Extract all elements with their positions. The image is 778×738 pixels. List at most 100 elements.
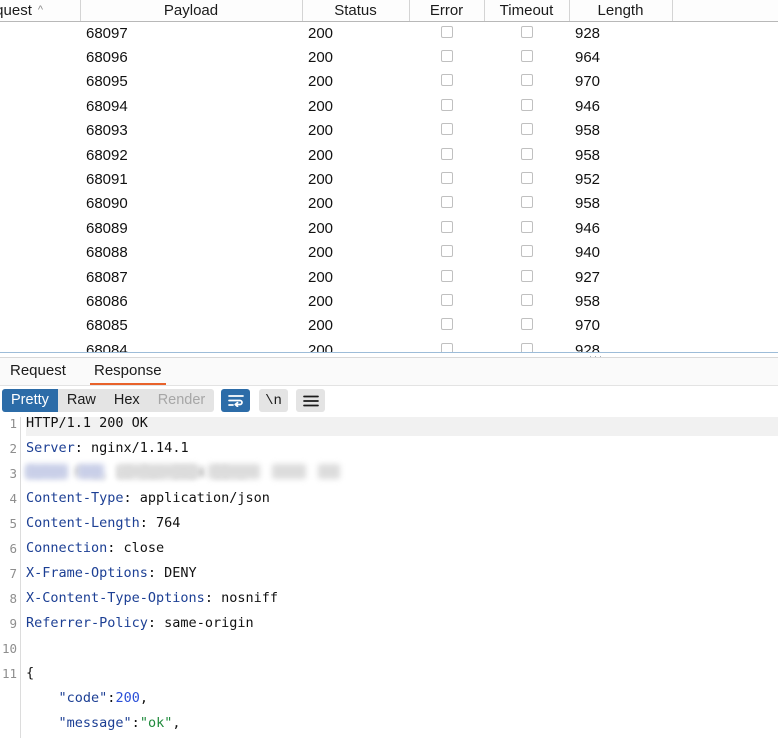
line-number: 6 [9,541,17,556]
error-checkbox[interactable] [440,245,453,258]
cell-timeout [484,21,569,45]
tab-request[interactable]: Request [0,358,76,386]
error-checkbox[interactable] [440,196,453,209]
table-row[interactable]: 8 68092 200 958 [0,143,778,167]
cell-timeout [484,70,569,94]
hamburger-menu-icon[interactable] [296,389,325,412]
timeout-checkbox[interactable] [520,220,533,233]
cell-spacer [672,192,778,216]
column-header-status[interactable]: Status [302,0,410,22]
cell-status: 200 [308,317,334,335]
json-colon: : [131,715,140,731]
cell-length: 946 [575,219,601,237]
redaction-blur [208,464,260,479]
view-mode-raw-button[interactable]: Raw [58,389,105,412]
cell-timeout [484,143,569,167]
attack-results-table[interactable]: Request ^ Payload Status Error Timeout Le… [0,0,778,356]
cell-payload: 68096 [86,49,128,67]
timeout-checkbox[interactable] [520,123,533,136]
timeout-checkbox[interactable] [520,196,533,209]
attack-results-pane[interactable]: Request ^ Payload Status Error Timeout Le… [0,0,778,356]
error-checkbox[interactable] [440,50,453,63]
tab-response[interactable]: Response [84,358,172,386]
cell-spacer [672,314,778,338]
view-mode-pretty-button[interactable]: Pretty [2,389,58,412]
cell-timeout [484,94,569,118]
column-header-request-label: Request [0,1,32,19]
error-checkbox[interactable] [440,74,453,87]
error-checkbox[interactable] [440,293,453,306]
error-checkbox[interactable] [440,98,453,111]
timeout-checkbox[interactable] [520,25,533,38]
column-header-timeout[interactable]: Timeout [484,0,570,22]
error-checkbox[interactable] [440,318,453,331]
cell-status: 200 [308,171,334,189]
error-checkbox[interactable] [440,220,453,233]
cell-status: 200 [308,73,334,91]
timeout-checkbox[interactable] [520,147,533,160]
table-row[interactable]: 4 68096 200 964 [0,45,778,69]
table-row[interactable]: 10 68090 200 958 [0,192,778,216]
header-name: Content-Type [26,490,124,506]
attack-results-body[interactable]: 3 68097 200 928 4 68096 200 964 5 68095 200 970 6 680… [0,21,778,356]
response-message-editor[interactable]: 1 2 3 4 5 6 7 8 9 10 11 HTTP/1.1 200 OK Server: ngi… [0,417,778,738]
json-key: "code" [58,690,108,706]
show-newlines-icon[interactable]: \n [259,389,288,412]
header-value: : close [107,540,165,556]
timeout-checkbox[interactable] [520,172,533,185]
error-checkbox[interactable] [440,147,453,160]
table-row[interactable]: 11 68089 200 946 [0,216,778,240]
cell-request: 11 [0,216,80,240]
cell-status: 200 [308,97,334,115]
timeout-checkbox[interactable] [520,74,533,87]
column-header-error[interactable]: Error [409,0,485,22]
error-checkbox[interactable] [440,269,453,282]
header-value: : application/json [123,490,270,506]
table-row[interactable]: 6 68094 200 946 [0,94,778,118]
json-string-value: "ok" [139,715,173,731]
error-checkbox[interactable] [440,123,453,136]
cell-request: 10 [0,192,80,216]
cell-spacer [672,289,778,313]
table-row[interactable]: 12 68088 200 940 [0,241,778,265]
view-mode-render-button[interactable]: Render [149,389,215,412]
header-value: : nginx/1.14.1 [74,440,189,456]
line-number: 1 [9,417,17,431]
timeout-checkbox[interactable] [520,293,533,306]
message-editor-toolbar[interactable]: Pretty Raw Hex Render \n [0,387,778,415]
cell-spacer [672,143,778,167]
column-header-spacer [672,0,778,22]
table-row[interactable]: 3 68097 200 928 [0,21,778,45]
timeout-checkbox[interactable] [520,50,533,63]
redaction-blur [318,464,340,479]
header-value: : same-origin [147,615,254,631]
table-row[interactable]: 15 68085 200 970 [0,314,778,338]
cell-spacer [672,21,778,45]
view-mode-hex-button[interactable]: Hex [105,389,149,412]
line-number: 4 [9,491,17,506]
message-tabs[interactable]: Request Response [0,358,778,386]
column-header-payload[interactable]: Payload [80,0,303,22]
response-status-line: HTTP/1.1 200 OK [26,417,148,431]
column-header-request[interactable]: Request ^ [0,0,81,22]
json-number-value: 200 [115,690,140,706]
table-row[interactable]: 7 68093 200 958 [0,119,778,143]
table-row[interactable]: 14 68086 200 958 [0,289,778,313]
json-comma: , [139,690,148,706]
word-wrap-icon[interactable] [221,389,250,412]
table-row[interactable]: 13 68087 200 927 [0,265,778,289]
cell-error [409,167,484,191]
cell-payload: 68092 [86,146,128,164]
timeout-checkbox[interactable] [520,98,533,111]
column-header-length[interactable]: Length [569,0,673,22]
cell-error [409,70,484,94]
error-checkbox[interactable] [440,25,453,38]
error-checkbox[interactable] [440,172,453,185]
timeout-checkbox[interactable] [520,318,533,331]
table-row[interactable]: 9 68091 200 952 [0,167,778,191]
cell-status: 200 [308,268,334,286]
table-row[interactable]: 5 68095 200 970 [0,70,778,94]
timeout-checkbox[interactable] [520,269,533,282]
view-mode-segmented-control[interactable]: Pretty Raw Hex Render [2,389,215,412]
timeout-checkbox[interactable] [520,245,533,258]
